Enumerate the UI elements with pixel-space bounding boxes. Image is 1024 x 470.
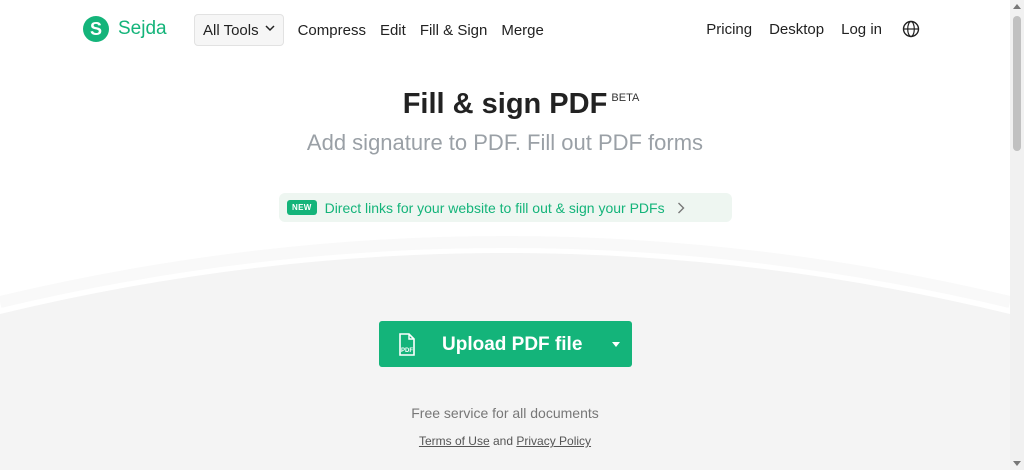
terms-of-use-link[interactable]: Terms of Use [419, 434, 490, 448]
all-tools-dropdown[interactable]: All Tools [194, 14, 284, 46]
page-title-text: Fill & sign PDF [402, 88, 608, 120]
nav-link-compress[interactable]: Compress [298, 22, 366, 39]
free-service-text: Free service for all documents [411, 405, 599, 421]
new-badge: NEW [287, 200, 317, 215]
and-text: and [492, 434, 514, 448]
upload-pdf-button[interactable]: PDF Upload PDF file [379, 321, 632, 367]
scroll-down-icon[interactable] [1013, 461, 1021, 466]
nav-link-pricing[interactable]: Pricing [706, 21, 752, 38]
sejda-logo[interactable]: S Sejda [83, 16, 167, 42]
promo-text: Direct links for your website to fill ou… [324, 199, 665, 216]
promo-banner[interactable]: NEW Direct links for your website to fil… [279, 193, 732, 222]
nav-link-desktop[interactable]: Desktop [769, 21, 824, 38]
logo-icon: S [83, 16, 109, 42]
pdf-file-icon: PDF [399, 333, 415, 356]
scroll-thumb[interactable] [1013, 16, 1021, 151]
page-subtitle: Add signature to PDF. Fill out PDF forms [306, 130, 704, 155]
beta-badge: BETA [611, 92, 640, 104]
upload-options-caret-icon[interactable] [612, 342, 620, 347]
chevron-down-icon [265, 25, 275, 32]
upload-button-label: Upload PDF file [442, 334, 583, 355]
nav-link-edit[interactable]: Edit [380, 22, 406, 39]
svg-text:PDF: PDF [401, 348, 413, 354]
top-navbar: S Sejda All Tools Compress Edit Fill & S… [0, 0, 1010, 58]
logo-text: Sejda [118, 18, 167, 39]
all-tools-label: All Tools [203, 21, 259, 39]
nav-main-links: All Tools Compress Edit Fill & Sign Merg… [194, 14, 544, 46]
nav-link-login[interactable]: Log in [841, 21, 882, 38]
chevron-right-icon [677, 202, 685, 213]
page-scrollbar[interactable] [1010, 0, 1024, 470]
legal-links: Terms of Use and Privacy Policy [0, 434, 1010, 448]
privacy-policy-link[interactable]: Privacy Policy [516, 434, 591, 448]
nav-link-fill-sign[interactable]: Fill & Sign [420, 22, 488, 39]
page-title: Fill & sign PDF BETA [402, 88, 640, 121]
page-title-wrap: Fill & sign PDF BETA [0, 88, 1010, 121]
scroll-up-icon[interactable] [1013, 4, 1021, 9]
nav-right-links: Pricing Desktop Log in [689, 20, 920, 38]
nav-link-merge[interactable]: Merge [501, 22, 544, 39]
globe-icon[interactable] [902, 20, 920, 38]
